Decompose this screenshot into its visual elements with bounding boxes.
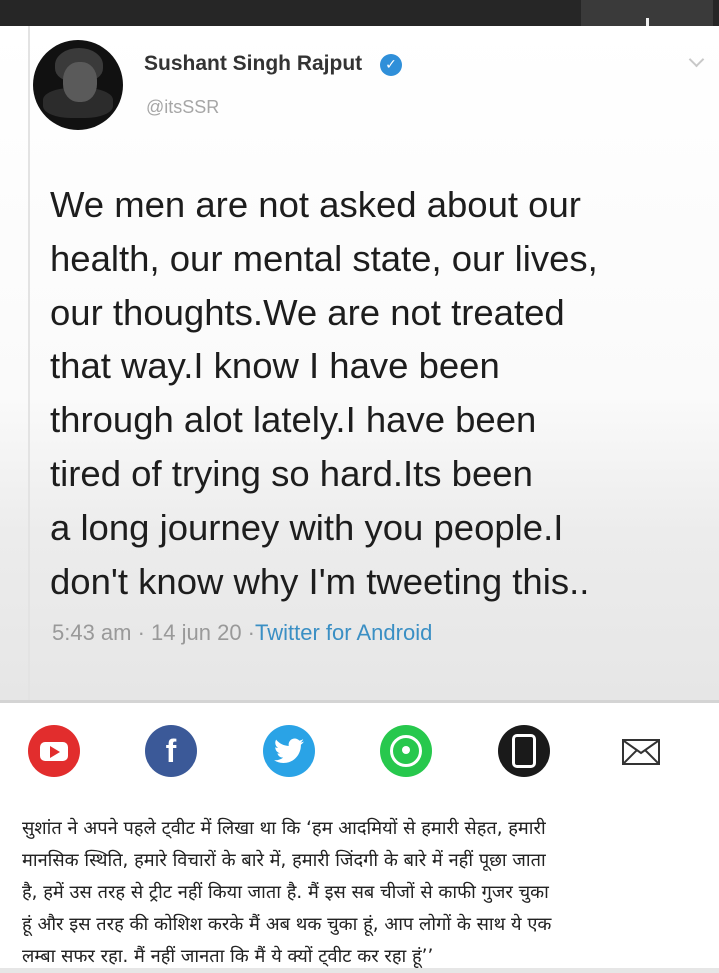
tweet-source-link[interactable]: Twitter for Android [255,620,432,645]
whatsapp-icon [390,735,422,767]
author-name[interactable]: Sushant Singh Rajput [144,52,362,76]
phone-icon [512,734,536,768]
tweet-text: We men are not asked about our health, o… [50,178,705,608]
youtube-share-button[interactable] [28,725,80,777]
tweet-timestamp: 5:43 am · 14 jun 20 · [52,620,256,645]
youtube-icon [40,741,68,761]
mail-share-button[interactable] [622,739,660,765]
article-line: मानसिक स्थिति, हमारे विचारों के बारे में… [22,850,546,871]
phone-share-button[interactable] [498,725,550,777]
article-line: सुशांत ने अपने पहले ट्वीट में लिखा था कि… [22,818,546,839]
author-handle[interactable]: @itsSSR [146,97,219,118]
article-line: हूं और इस तरह की कोशिश करके मैं अब थक चु… [22,914,552,935]
tweet-meta: 5:43 am · 14 jun 20 ·Twitter for Android [52,620,432,646]
divider [28,26,30,702]
tweet-text-line: We men are not asked about our [50,184,581,225]
tweet-text-line: a long journey with you people.I [50,506,564,548]
facebook-share-button[interactable]: f [145,725,197,777]
tweet-text-line: don't know why I'm tweeting this.. [50,560,590,602]
avatar[interactable] [33,40,123,130]
tweet-text-line: tired of trying so hard.Its been [50,452,533,494]
mail-icon [623,740,659,764]
twitter-share-button[interactable] [263,725,315,777]
tweet-text-line: that way.I know I have been [50,345,500,387]
article-line: है, हमें उस तरह से ट्रीट नहीं किया जाता … [22,882,549,903]
tab-indicator-icon [646,18,649,26]
divider [0,700,719,703]
bottom-edge [0,968,719,973]
twitter-icon [274,738,304,763]
verified-badge-icon: ✓ [380,54,402,76]
article-text: सुशांत ने अपने पहले ट्वीट में लिखा था कि… [22,813,702,973]
tweet-text-line: through alot lately.I have been [50,399,537,441]
whatsapp-share-button[interactable] [380,725,432,777]
tweet-text-line: our thoughts.We are not treated [50,291,565,333]
facebook-icon: f [165,732,177,769]
tweet-text-line: health, our mental state, our lives, [50,237,598,279]
share-bar: f [0,725,719,787]
avatar-face [63,62,97,102]
